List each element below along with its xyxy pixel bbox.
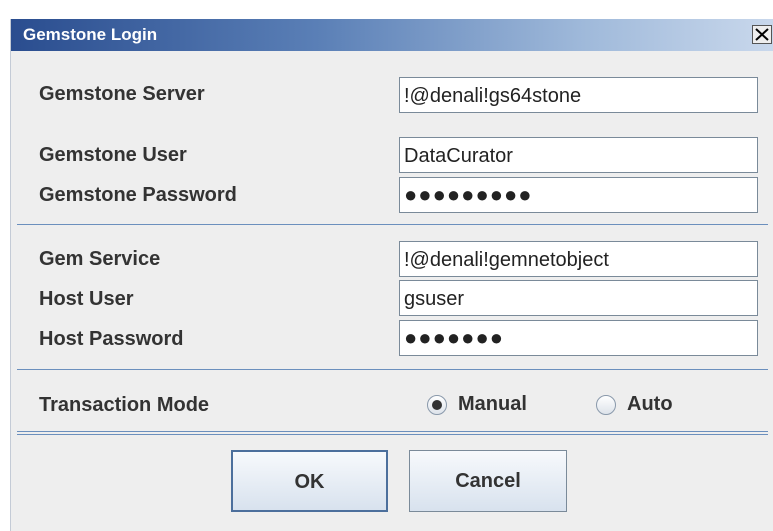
radio-selected-icon — [427, 394, 447, 415]
server-field[interactable] — [399, 77, 758, 113]
manual-radio-label: Manual — [458, 393, 527, 415]
close-icon — [755, 28, 769, 41]
host-password-label: Host Password — [39, 328, 184, 350]
separator — [17, 431, 768, 435]
gem-service-label: Gem Service — [39, 248, 161, 270]
password-field[interactable] — [399, 177, 758, 213]
user-field[interactable] — [399, 137, 758, 173]
auto-radio[interactable]: Auto — [596, 393, 673, 416]
login-dialog: Gemstone Login Gemstone Server Gemstone … — [10, 19, 773, 531]
separator — [17, 224, 768, 225]
ok-button[interactable]: OK — [231, 450, 388, 512]
radio-unselected-icon — [596, 394, 616, 415]
manual-radio[interactable]: Manual — [427, 393, 527, 416]
host-user-label: Host User — [39, 288, 134, 310]
window-title: Gemstone Login — [23, 25, 158, 44]
password-label: Gemstone Password — [39, 184, 237, 206]
close-button[interactable] — [752, 25, 772, 44]
server-label: Gemstone Server — [39, 83, 205, 105]
separator — [17, 369, 768, 370]
title-bar[interactable]: Gemstone Login — [11, 19, 773, 51]
transaction-mode-label: Transaction Mode — [39, 394, 210, 416]
host-user-field[interactable] — [399, 280, 758, 316]
user-label: Gemstone User — [39, 144, 187, 166]
host-password-field[interactable] — [399, 320, 758, 356]
gem-service-field[interactable] — [399, 241, 758, 277]
cancel-button[interactable]: Cancel — [409, 450, 567, 512]
auto-radio-label: Auto — [627, 393, 673, 415]
